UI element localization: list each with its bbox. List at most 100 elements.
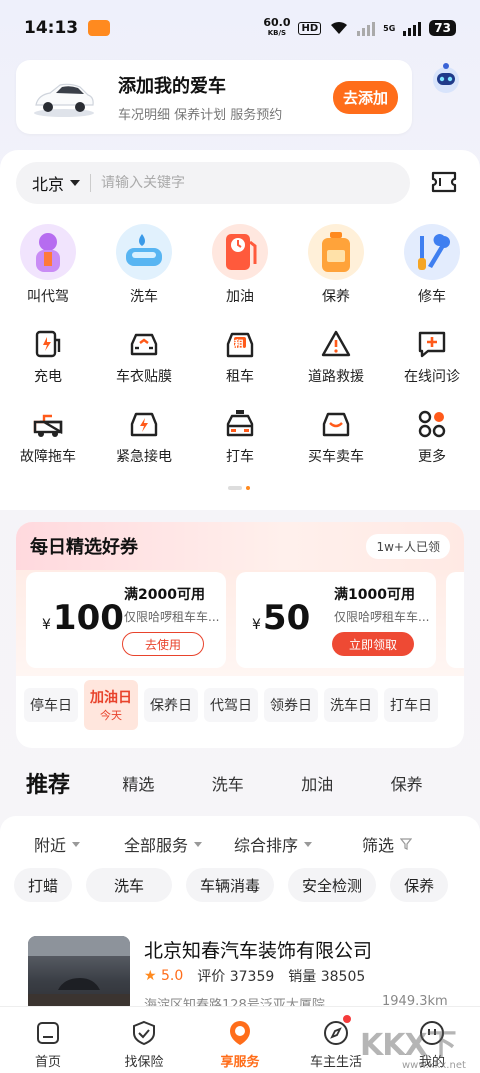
buy-sell-car-icon [322, 412, 350, 437]
service-item-rent-car[interactable]: 租 租车 [192, 320, 288, 386]
tab-maintenance[interactable]: 保养 [391, 771, 480, 795]
coupon-item[interactable]: ¥100 满2000可用 仅限哈啰租车车... 去使用 [26, 572, 226, 668]
shop-list-item[interactable]: 北京知春汽车装饰有限公司 ★ 5.0 评价 37359 销量 38505 海淀区… [28, 936, 464, 1013]
status-time: 14:13 [24, 18, 79, 38]
signal-icon [357, 20, 376, 36]
filter-icon [400, 838, 413, 850]
nav-insurance[interactable]: 找保险 [96, 1007, 192, 1073]
shop-sales: 销量 38505 [288, 969, 366, 985]
compass-icon [324, 1021, 348, 1045]
service-item-maintenance[interactable]: 保养 [288, 224, 384, 306]
coupon-item-partial[interactable] [446, 572, 464, 668]
service-item-road-rescue[interactable]: 道路救援 [288, 320, 384, 386]
coupon-amount: 50 [262, 598, 311, 638]
coupons-title: 每日精选好券 [30, 537, 138, 558]
recommend-title[interactable]: 推荐 [26, 767, 122, 799]
add-car-banner[interactable]: 添加我的爱车 车况明细 保养计划 服务预约 去添加 [16, 60, 412, 134]
car-illustration-icon [34, 83, 94, 117]
filter-sort[interactable]: 综合排序 [234, 832, 313, 856]
tab-featured[interactable]: 精选 [122, 771, 211, 795]
search-input[interactable] [101, 175, 352, 191]
chip-maintenance[interactable]: 保养 [390, 868, 449, 902]
nav-services[interactable]: 享服务 [192, 1007, 288, 1073]
oil-can-icon [308, 224, 364, 280]
day-tab[interactable]: 保养日 [144, 688, 198, 722]
service-item-fuel[interactable]: 加油 [192, 224, 288, 306]
city-dropdown-icon[interactable] [70, 180, 81, 186]
coupon-condition: 满2000可用 [124, 587, 205, 603]
day-tab[interactable]: 领券日 [264, 688, 318, 722]
notification-dot [343, 1015, 351, 1023]
day-tab-active[interactable]: 加油日 今天 [84, 680, 138, 730]
rent-car-icon: 租 [224, 328, 256, 360]
service-item-more[interactable]: 更多 [384, 400, 480, 466]
quick-filter-chips: 打蜡 洗车 车辆消毒 安全检测 保养 [14, 868, 449, 902]
assistant-robot-icon[interactable] [428, 60, 464, 96]
insurance-shield-icon [133, 1020, 155, 1046]
use-coupon-button[interactable]: 去使用 [122, 632, 204, 656]
day-tab[interactable]: 打车日 [384, 688, 438, 722]
shop-rating: 5.0 [161, 968, 184, 984]
daily-coupons-card: 每日精选好券 1w+人已领 ¥100 满2000可用 仅限哈啰租车车... 去使… [16, 522, 464, 748]
service-item-charging[interactable]: 充电 [0, 320, 96, 386]
service-grid: 叫代驾 洗车 加油 保养 修车 充电 车衣贴膜 租 租车 道路救援 在线问诊 故… [0, 224, 480, 466]
tow-truck-icon [33, 414, 63, 437]
signal-5g-icon [403, 20, 422, 36]
car-film-icon [130, 333, 158, 356]
chip-car-wash[interactable]: 洗车 [86, 868, 173, 902]
coupon-desc: 仅限哈啰租车车... [334, 610, 430, 624]
service-pin-icon [230, 1021, 250, 1045]
day-tab[interactable]: 代驾日 [204, 688, 258, 722]
watermark-url: www.kkx.net [402, 1060, 466, 1071]
coupon-item[interactable]: ¥50 满1000可用 仅限哈啰租车车... 立即领取 [236, 572, 436, 668]
cell-type: 5G [383, 23, 396, 33]
chip-disinfection[interactable]: 车辆消毒 [186, 868, 275, 902]
shop-photo [28, 936, 130, 1012]
shop-reviews: 评价 37359 [197, 969, 275, 985]
shop-name: 北京知春汽车装饰有限公司 [144, 940, 373, 962]
service-item-car-film[interactable]: 车衣贴膜 [96, 320, 192, 386]
hd-icon: HD [298, 21, 322, 35]
fuel-pump-icon [212, 224, 268, 280]
chip-safety-check[interactable]: 安全检测 [288, 868, 377, 902]
charging-icon [35, 330, 61, 358]
filter-all-services[interactable]: 全部服务 [124, 832, 203, 856]
service-item-repair[interactable]: 修车 [384, 224, 480, 306]
filter-screen[interactable]: 筛选 [362, 832, 413, 856]
day-tab[interactable]: 停车日 [24, 688, 78, 722]
service-item-jump-start[interactable]: 紧急接电 [96, 400, 192, 466]
battery-icon: 73 [429, 20, 456, 36]
search-bar[interactable]: 北京 [16, 162, 410, 204]
chip-waxing[interactable]: 打蜡 [14, 868, 73, 902]
service-item-buy-sell-car[interactable]: 买车卖车 [288, 400, 384, 466]
tab-car-wash[interactable]: 洗车 [212, 771, 301, 795]
service-item-online-consult[interactable]: 在线问诊 [384, 320, 480, 386]
service-item-driver[interactable]: 叫代驾 [0, 224, 96, 306]
page-indicator [228, 486, 250, 490]
filter-nearby[interactable]: 附近 [34, 832, 81, 856]
driver-icon [20, 224, 76, 280]
jump-start-icon [130, 412, 158, 437]
service-item-taxi[interactable]: 打车 [192, 400, 288, 466]
tab-fuel[interactable]: 加油 [301, 771, 390, 795]
day-tab[interactable]: 洗车日 [324, 688, 378, 722]
services-card: 北京 叫代驾 洗车 [0, 150, 480, 510]
nav-home[interactable]: 首页 [0, 1007, 96, 1073]
city-selector[interactable]: 北京 [32, 171, 64, 195]
chevron-down-icon [72, 841, 81, 847]
home-icon [37, 1022, 59, 1044]
ticket-icon[interactable] [430, 170, 458, 194]
repair-tools-icon [404, 224, 460, 280]
claim-coupon-button[interactable]: 立即领取 [332, 632, 414, 656]
service-item-car-wash[interactable]: 洗车 [96, 224, 192, 306]
service-item-tow-truck[interactable]: 故障拖车 [0, 400, 96, 466]
recommend-tabs: 推荐 精选 洗车 加油 保养 [0, 762, 480, 804]
coupon-amount: 100 [52, 598, 124, 638]
car-wash-icon [116, 224, 172, 280]
net-speed: 60.0 KB/S [263, 16, 291, 37]
status-bar: 14:13 60.0 KB/S HD 5G 73 [0, 0, 480, 56]
add-car-button[interactable]: 去添加 [332, 80, 398, 114]
filter-bar: 附近 全部服务 综合排序 筛选 [0, 832, 480, 856]
coupon-condition: 满1000可用 [334, 587, 415, 603]
coupon-desc: 仅限哈啰租车车... [124, 610, 220, 624]
